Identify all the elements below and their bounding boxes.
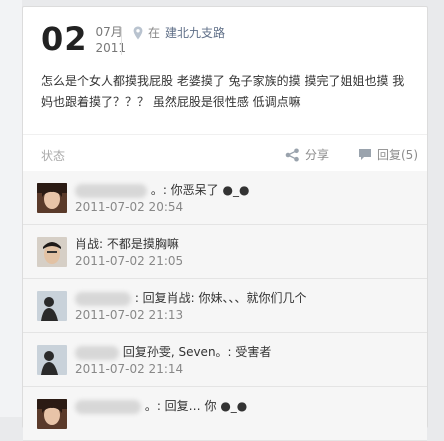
avatar[interactable] [37,183,67,213]
post-day: 02 [41,20,88,58]
comment-list: 。: 你恶呆了 ●_● 2011-07-02 20:54 肖战: 不都是摸胸嘛 … [23,171,427,441]
comment-item: 。: 你恶呆了 ●_● 2011-07-02 20:54 [23,171,427,225]
comment-icon [359,149,371,160]
comment-time: 2011-07-02 21:05 [75,254,184,268]
avatar[interactable] [37,237,67,267]
comment-time: 2011-07-02 20:54 [75,200,184,214]
blurred-username [75,291,131,306]
comment-text: 。: 回复… 你 ●_● [75,397,247,414]
status-label: 状态 [41,149,66,163]
location-link[interactable]: 建北九支路 [165,24,225,41]
share-button[interactable]: 分享 [285,146,329,163]
reply-button[interactable]: 回复(5) [358,146,418,163]
avatar[interactable] [37,399,67,429]
comment-text: 回复孙雯, Seven。: 受害者 [75,343,271,360]
blurred-username [75,399,141,414]
blurred-username [75,345,119,360]
location-pin-icon [133,26,143,39]
comment-item: 肖战: 不都是摸胸嘛 2011-07-02 21:05 [23,225,427,279]
date-divider [121,27,122,55]
comment-text: 。: 你恶呆了 ●_● [75,181,249,198]
share-label: 分享 [305,148,330,162]
comment-author[interactable]: 肖战 [75,237,99,251]
comment-body: : 回复肖战: 你妹、、、就你们几个 [134,291,307,305]
post-date: 02 07月 2011 [41,23,126,63]
avatar[interactable] [37,345,67,375]
comment-item: 。: 回复… 你 ●_● [23,387,427,441]
user-photo-icon [37,183,67,213]
comment-item: 回复孙雯, Seven。: 受害者 2011-07-02 21:14 [23,333,427,387]
comment-body: 。: 回复… 你 ●_● [144,399,248,413]
post-action-bar: 状态 分享 回复(5) [23,134,427,172]
post-location[interactable]: 在 建北九支路 [133,24,225,41]
comment-body: 回复孙雯, Seven。: 受害者 [122,345,272,359]
page-left-strip [0,0,22,417]
comment-body: : 不都是摸胸嘛 [99,237,179,251]
avatar[interactable] [37,291,67,321]
share-icon [285,148,299,161]
user-photo-icon [37,399,67,429]
comment-text: : 回复肖战: 你妹、、、就你们几个 [75,289,307,306]
reply-label: 回复(5) [377,148,418,162]
comment-text: 肖战: 不都是摸胸嘛 [75,235,179,252]
comment-item: : 回复肖战: 你妹、、、就你们几个 2011-07-02 21:13 [23,279,427,333]
post-month: 07月 [95,25,123,39]
comment-body: 。: 你恶呆了 ●_● [150,183,250,197]
location-prefix: 在 [148,26,161,40]
user-photo-icon [37,237,67,267]
blurred-username [75,183,147,198]
post-text: 怎么是个女人都摸我屁股 老婆摸了 兔子家族的摸 摸完了姐姐也摸 我妈也跟着摸了？… [41,74,405,109]
comment-time: 2011-07-02 21:14 [75,362,184,376]
comment-time: 2011-07-02 21:13 [75,308,184,322]
user-photo-icon [37,291,67,321]
status-post-card: 02 07月 2011 在 建北九支路 怎么是个女人都摸我屁股 老婆摸了 兔子家… [22,6,428,441]
user-photo-icon [37,345,67,375]
